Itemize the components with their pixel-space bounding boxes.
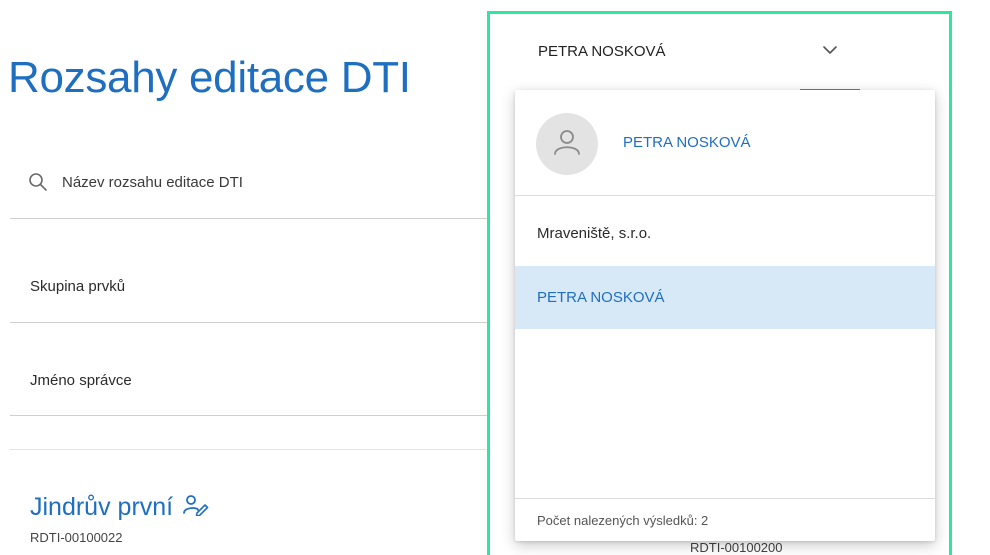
user-select[interactable]: PETRA NOSKOVÁ	[538, 42, 838, 60]
record-id: RDTI-00100022	[30, 530, 123, 545]
dropdown-user-name: PETRA NOSKOVÁ	[623, 134, 751, 151]
avatar	[536, 113, 598, 175]
person-icon	[551, 126, 583, 163]
record-title[interactable]: Jindrův první	[30, 493, 209, 522]
user-dropdown-menu: PETRA NOSKOVÁ Mraveniště, s.r.o. PETRA N…	[515, 90, 935, 541]
search-field[interactable]: Název rozsahu editace DTI	[28, 172, 243, 192]
record-id-secondary: RDTI-00100200	[690, 540, 783, 555]
divider	[10, 449, 488, 450]
results-count: Počet nalezených výsledků: 2	[515, 498, 935, 541]
divider	[10, 415, 488, 416]
divider	[10, 218, 488, 219]
divider	[10, 322, 488, 323]
dropdown-header: PETRA NOSKOVÁ	[515, 90, 935, 196]
record-name[interactable]: Jindrův první	[30, 493, 173, 522]
page-title: Rozsahy editace DTI	[8, 53, 411, 103]
filter-jmeno-spravce[interactable]: Jméno správce	[30, 372, 132, 389]
search-icon	[28, 172, 48, 192]
filter-skupina-prvku[interactable]: Skupina prvků	[30, 278, 125, 295]
search-placeholder[interactable]: Název rozsahu editace DTI	[62, 174, 243, 191]
page: Rozsahy editace DTI Název rozsahu editac…	[0, 0, 990, 555]
dropdown-option-user[interactable]: PETRA NOSKOVÁ	[515, 266, 935, 329]
user-edit-icon[interactable]	[183, 494, 209, 521]
dropdown-option-organization[interactable]: Mraveniště, s.r.o.	[515, 202, 935, 265]
chevron-down-icon[interactable]	[822, 42, 838, 60]
user-select-value[interactable]: PETRA NOSKOVÁ	[538, 43, 666, 60]
